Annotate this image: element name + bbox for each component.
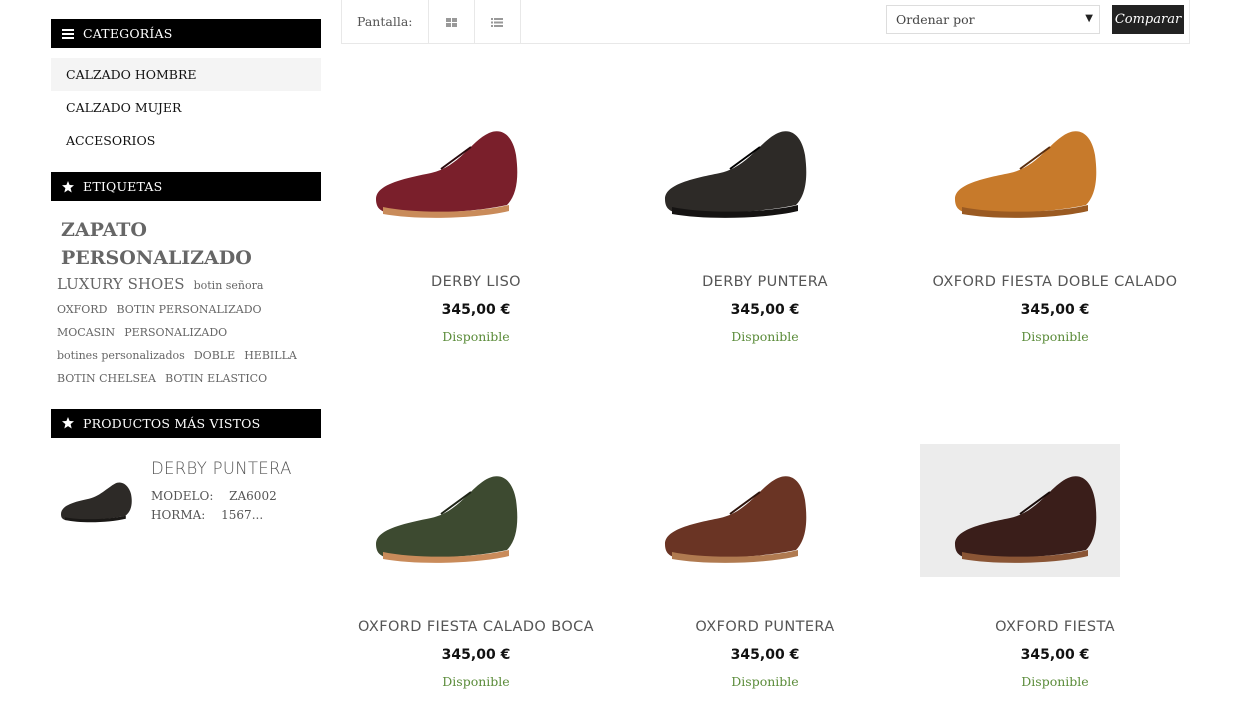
tag-luxury-shoes[interactable]: LUXURY SHOES: [57, 274, 185, 296]
product-toolbar: Pantalla: Ordenar por ▼ Comparar: [341, 0, 1190, 44]
category-list: CALZADO HOMBRE CALZADO MUJER ACCESORIOS: [51, 58, 321, 157]
most-viewed-thumbnail[interactable]: [51, 452, 141, 542]
product-title[interactable]: OXFORD FIESTA CALADO BOCA: [341, 619, 611, 635]
tag-zapato-personalizado[interactable]: ZAPATO PERSONALIZADO: [61, 217, 311, 272]
product-availability: Disponible: [731, 674, 799, 689]
category-item-calzado-hombre[interactable]: CALZADO HOMBRE: [51, 58, 321, 91]
most-viewed-product-title[interactable]: DERBY PUNTERA: [151, 459, 321, 478]
product-image[interactable]: [341, 444, 541, 577]
product-image[interactable]: [920, 444, 1120, 577]
grid-view-button[interactable]: [429, 0, 475, 43]
sidebar: CATEGORÍAS CALZADO HOMBRE CALZADO MUJER …: [51, 19, 321, 542]
star-icon: [61, 180, 74, 193]
product-price: 345,00 €: [1020, 647, 1090, 663]
sort-select-value: Ordenar por: [896, 12, 975, 27]
product-availability: Disponible: [1021, 329, 1089, 344]
product-availability: Disponible: [731, 329, 799, 344]
most-viewed-product-desc: MODELO: ZA6002 HORMA: 1567...: [151, 488, 277, 522]
product-price: 345,00 €: [441, 302, 511, 318]
categories-title: CATEGORÍAS: [83, 26, 173, 41]
product-price: 345,00 €: [441, 647, 511, 663]
most-viewed-item[interactable]: DERBY PUNTERA MODELO: ZA6002 HORMA: 1567…: [51, 452, 321, 542]
category-item-calzado-mujer[interactable]: CALZADO MUJER: [51, 91, 321, 124]
tag-personalizado[interactable]: PERSONALIZADO: [124, 325, 227, 341]
categories-header: CATEGORÍAS: [51, 19, 321, 48]
product-price: 345,00 €: [730, 647, 800, 663]
product-title[interactable]: OXFORD PUNTERA: [630, 619, 900, 635]
product-image[interactable]: [341, 99, 541, 232]
list-view-button[interactable]: [475, 0, 521, 43]
star-icon: [61, 417, 74, 429]
menu-icon: [61, 28, 74, 39]
product-image[interactable]: [920, 99, 1120, 232]
product-price: 345,00 €: [730, 302, 800, 318]
tag-doble[interactable]: DOBLE: [194, 348, 235, 364]
product-title[interactable]: DERBY PUNTERA: [630, 274, 900, 290]
tag-botines-personalizados[interactable]: botines personalizados: [57, 348, 185, 364]
most-viewed-header: PRODUCTOS MÁS VISTOS: [51, 408, 321, 438]
tag-mocasin[interactable]: MOCASIN: [57, 325, 115, 341]
product-title[interactable]: OXFORD FIESTA: [920, 619, 1190, 635]
category-item-accesorios[interactable]: ACCESORIOS: [51, 124, 321, 157]
product-availability: Disponible: [442, 329, 510, 344]
tags-header: ETIQUETAS: [51, 172, 321, 201]
tag-hebilla[interactable]: HEBILLA: [244, 348, 297, 364]
product-image[interactable]: [630, 99, 830, 232]
product-availability: Disponible: [1021, 674, 1089, 689]
product-availability: Disponible: [442, 674, 510, 689]
tag-botin-personalizado[interactable]: BOTIN PERSONALIZADO: [117, 302, 262, 318]
compare-button[interactable]: Comparar: [1112, 5, 1184, 34]
tags-title: ETIQUETAS: [83, 179, 163, 194]
product-title[interactable]: DERBY LISO: [341, 274, 611, 290]
display-label: Pantalla:: [342, 0, 429, 43]
tag-botin-senora[interactable]: botin señora: [194, 278, 264, 294]
tag-oxford[interactable]: OXFORD: [57, 302, 107, 318]
sort-select[interactable]: Ordenar por ▼: [886, 5, 1100, 34]
most-viewed-info: DERBY PUNTERA MODELO: ZA6002 HORMA: 1567…: [151, 452, 321, 542]
tag-botin-chelsea[interactable]: BOTIN CHELSEA: [57, 371, 156, 387]
grid-view-icon: [445, 12, 457, 31]
product-price: 345,00 €: [1020, 302, 1090, 318]
tag-botin-elastico[interactable]: BOTIN ELASTICO: [165, 371, 267, 387]
most-viewed-title: PRODUCTOS MÁS VISTOS: [83, 415, 261, 431]
product-image[interactable]: [630, 444, 830, 577]
list-view-icon: [491, 12, 503, 31]
tag-cloud: ZAPATO PERSONALIZADO LUXURY SHOES botin …: [51, 211, 321, 389]
product-title[interactable]: OXFORD FIESTA DOBLE CALADO: [920, 274, 1190, 290]
dropdown-arrow-icon: ▼: [1085, 13, 1093, 24]
